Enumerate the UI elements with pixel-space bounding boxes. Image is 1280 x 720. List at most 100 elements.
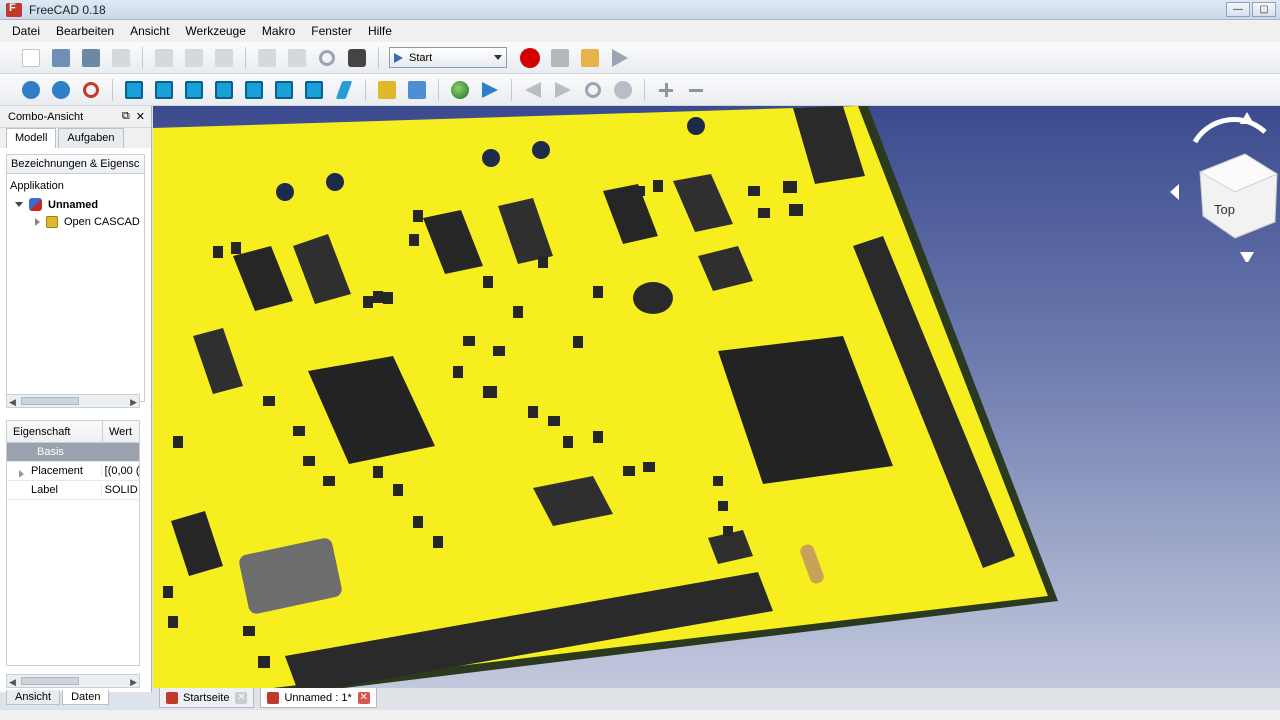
- tree-item-part[interactable]: Open CASCAD: [35, 216, 140, 228]
- fit-all-icon: [22, 80, 40, 99]
- value-column-header[interactable]: Wert: [103, 421, 138, 442]
- expand-arrow-icon[interactable]: [19, 470, 24, 477]
- menu-werkzeuge[interactable]: Werkzeuge: [177, 24, 253, 38]
- close-icon[interactable]: ✕: [357, 691, 370, 704]
- fit-selection-button[interactable]: [48, 77, 74, 103]
- property-row-placement[interactable]: Placement [(0,00 (: [7, 462, 139, 481]
- tab-unnamed[interactable]: Unnamed : 1* ✕: [260, 688, 377, 708]
- set-url-button[interactable]: [477, 77, 503, 103]
- save-button[interactable]: [78, 45, 104, 71]
- property-horizontal-scrollbar[interactable]: ◀ ▶: [6, 674, 140, 688]
- scroll-left-icon[interactable]: ◀: [9, 397, 16, 408]
- scroll-thumb[interactable]: [21, 397, 79, 405]
- document-label: Unnamed: [48, 198, 99, 211]
- via-hole: [276, 183, 294, 201]
- open-button[interactable]: [48, 45, 74, 71]
- redo-button[interactable]: [284, 45, 310, 71]
- create-part-button[interactable]: [374, 77, 400, 103]
- property-name: Label: [31, 484, 58, 496]
- globe-icon: [451, 80, 469, 99]
- menu-makro[interactable]: Makro: [254, 24, 303, 38]
- view-toolbar: [0, 74, 1280, 106]
- pcb-3d-model[interactable]: [153, 106, 1280, 688]
- tab-ansicht[interactable]: Ansicht: [6, 690, 61, 705]
- menu-ansicht[interactable]: Ansicht: [122, 24, 177, 38]
- scroll-left-icon[interactable]: ◀: [9, 677, 16, 688]
- arrow-right-icon: [482, 81, 498, 98]
- document-tabs: Startseite ✕ Unnamed : 1* ✕: [153, 688, 1280, 710]
- property-group-basis[interactable]: Basis: [7, 443, 139, 462]
- menu-datei[interactable]: Datei: [4, 24, 48, 38]
- view-top-button[interactable]: [181, 77, 207, 103]
- tree-item-application[interactable]: Applikation: [10, 180, 64, 192]
- copy-button[interactable]: [181, 45, 207, 71]
- redo-icon: [288, 48, 306, 67]
- toolbar-separator: [511, 78, 512, 101]
- scroll-thumb[interactable]: [21, 677, 79, 685]
- stop-icon: [551, 48, 569, 67]
- undo-button[interactable]: [254, 45, 280, 71]
- expand-arrow-icon[interactable]: [15, 202, 23, 207]
- tree-column-header[interactable]: Bezeichnungen & Eigensc: [6, 154, 145, 174]
- navigation-cube[interactable]: Top: [1165, 112, 1280, 264]
- tab-daten[interactable]: Daten: [62, 690, 110, 705]
- nav-arrow-down-icon[interactable]: [1240, 252, 1254, 264]
- property-value[interactable]: SOLID: [102, 484, 139, 496]
- tab-startseite[interactable]: Startseite ✕: [159, 688, 255, 708]
- close-panel-icon[interactable]: ✕: [136, 110, 145, 123]
- tree-item-document[interactable]: Unnamed: [15, 198, 98, 211]
- back-button[interactable]: [520, 77, 546, 103]
- scroll-right-icon[interactable]: ▶: [130, 397, 137, 408]
- view-right-button[interactable]: [211, 77, 237, 103]
- run-macro-button[interactable]: [607, 45, 633, 71]
- combo-tabs: Modell Aufgaben: [0, 128, 151, 148]
- scroll-right-icon[interactable]: ▶: [130, 677, 137, 688]
- forward-button[interactable]: [550, 77, 576, 103]
- refresh-button[interactable]: [314, 45, 340, 71]
- cut-button[interactable]: [151, 45, 177, 71]
- whats-this-button[interactable]: [344, 45, 370, 71]
- capacitor[interactable]: [633, 282, 673, 314]
- property-column-header[interactable]: Eigenschaft: [7, 421, 103, 442]
- create-group-button[interactable]: [404, 77, 430, 103]
- rotate-arc[interactable]: [1192, 117, 1267, 144]
- menu-hilfe[interactable]: Hilfe: [360, 24, 400, 38]
- view-isometric-button[interactable]: [121, 77, 147, 103]
- property-row-label[interactable]: Label SOLID: [7, 481, 139, 500]
- view-left-button[interactable]: [301, 77, 327, 103]
- paste-button[interactable]: [211, 45, 237, 71]
- save-as-button[interactable]: [108, 45, 134, 71]
- view-bottom-button[interactable]: [271, 77, 297, 103]
- measure-button[interactable]: [331, 77, 357, 103]
- back-arrow-icon: [525, 81, 541, 98]
- save-as-icon: [112, 48, 130, 67]
- zoom-in-button[interactable]: [653, 77, 679, 103]
- draw-style-button[interactable]: [78, 77, 104, 103]
- collapse-arrow-icon[interactable]: [35, 218, 40, 226]
- stop-loading-button[interactable]: [610, 77, 636, 103]
- nav-arrow-left-icon[interactable]: [1170, 184, 1179, 200]
- workbench-selector[interactable]: Start: [389, 47, 507, 68]
- minimize-icon[interactable]: —: [1226, 2, 1250, 17]
- stop-macro-button[interactable]: [547, 45, 573, 71]
- edit-macro-button[interactable]: [577, 45, 603, 71]
- close-icon[interactable]: ✕: [235, 691, 248, 704]
- new-document-button[interactable]: [18, 45, 44, 71]
- tree-horizontal-scrollbar[interactable]: ◀ ▶: [6, 394, 140, 408]
- tab-modell[interactable]: Modell: [6, 128, 57, 148]
- 3d-viewport[interactable]: Top: [153, 106, 1280, 688]
- float-panel-icon[interactable]: ⧉: [122, 110, 130, 123]
- maximize-icon[interactable]: ▢: [1252, 2, 1276, 17]
- fit-all-button[interactable]: [18, 77, 44, 103]
- menu-fenster[interactable]: Fenster: [303, 24, 360, 38]
- start-page-button[interactable]: [447, 77, 473, 103]
- view-front-button[interactable]: [151, 77, 177, 103]
- record-macro-button[interactable]: [517, 45, 543, 71]
- menu-bearbeiten[interactable]: Bearbeiten: [48, 24, 122, 38]
- whats-this-icon: [348, 48, 366, 67]
- property-value[interactable]: [(0,00 (: [102, 465, 139, 477]
- view-rear-button[interactable]: [241, 77, 267, 103]
- reload-button[interactable]: [580, 77, 606, 103]
- tab-aufgaben[interactable]: Aufgaben: [58, 128, 124, 148]
- zoom-out-button[interactable]: [683, 77, 709, 103]
